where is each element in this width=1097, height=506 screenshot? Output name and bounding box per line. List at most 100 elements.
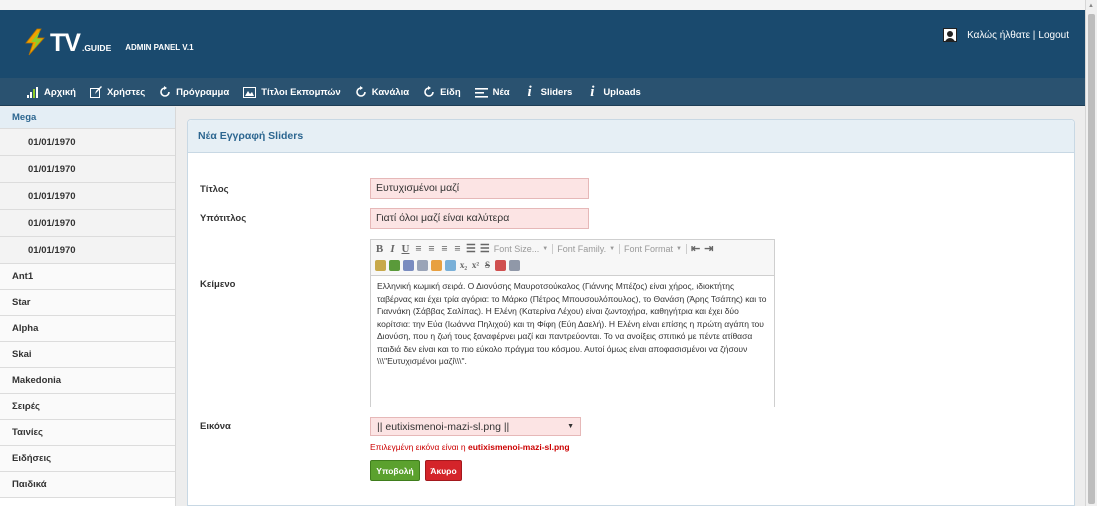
emoticon-icon[interactable] [431,259,442,271]
chevron-down-icon: ▼ [676,245,682,252]
subtitle-input[interactable]: Γιατί όλοι μαζί είναι καλύτερα [370,208,589,229]
nav-item-label: Τίτλοι Εκπομπών [261,86,341,98]
editor-textarea[interactable]: Ελληνική κωμική σειρά. Ο Διονύσης Μαυροτ… [371,275,774,407]
refresh-icon [355,86,367,98]
cancel-button[interactable]: Άκυρο [425,460,462,481]
chevron-down-icon: ▼ [609,245,616,252]
sidebar-item-skai[interactable]: Skai [0,342,175,368]
sidebar-item-news[interactable]: Ειδήσεις [0,446,175,472]
font-size-select[interactable]: Font Size... ▼ [494,243,554,254]
editor-toolbar-2: x₂ x² S [371,257,774,273]
image-select-value: || eutixismenoi-mazi-sl.png || [377,420,510,433]
refresh-icon [423,86,435,98]
sidebar-item-label: 01/01/1970 [28,163,76,175]
sidebar-subitem-date[interactable]: 01/01/1970 [0,129,175,156]
page-scrollbar[interactable]: ▲ [1085,0,1097,506]
outdent-button[interactable]: ⇤ [691,242,700,255]
sidebar-item-star[interactable]: Star [0,290,175,316]
nav-item-label: Κανάλια [371,86,410,98]
sidebar-item-kids[interactable]: Παιδικά [0,472,175,498]
sidebar-item-movies[interactable]: Ταινίες [0,420,175,446]
sidebar-item-makedonia[interactable]: Makedonia [0,368,175,394]
info-icon: i [590,83,595,100]
edit-icon [89,86,102,98]
nav-item-channels[interactable]: Κανάλια [355,86,409,98]
superscript-button[interactable]: x² [471,260,480,270]
title-input[interactable]: Ευτυχισμένοι μαζί [370,178,589,199]
italic-button[interactable]: I [388,243,397,255]
table-icon[interactable] [389,259,400,271]
sidebar-item-mega[interactable]: Mega [0,107,175,129]
user-avatar-icon [943,28,958,42]
horizontal-rule-icon[interactable] [509,259,520,271]
font-format-select[interactable]: Font Format ▼ [624,243,687,254]
logo-admin-text: ADMIN PANEL V.1 [125,43,194,52]
number-list-button[interactable]: ☰ [480,242,490,255]
align-left-button[interactable]: ≡ [414,243,423,255]
nav-item-label: Αρχική [44,86,76,98]
subtitle-label: Υπότιτλος [200,213,247,224]
image-label: Εικόνα [200,421,231,432]
link-icon[interactable] [403,259,414,271]
nav-item-genres[interactable]: Είδη [423,86,461,98]
nav-item-show-titles[interactable]: Τίτλοι Εκπομπών [243,86,341,98]
image-note-file: eutixismenoi-mazi-sl.png [468,442,570,452]
nav-item-uploads[interactable]: i Uploads [586,83,641,101]
nav-item-news[interactable]: Νέα [474,86,510,98]
chevron-down-icon: ▼ [542,245,549,252]
remove-format-icon[interactable] [495,259,506,271]
text-label: Κείμενο [200,279,236,290]
main-nav: Αρχική Χρήστες Πρόγραμμα Τίτλοι Εκπομπών… [0,78,1085,106]
sidebar-item-label: Makedonia [12,375,62,386]
title-label: Τίτλος [200,184,229,195]
bullet-list-button[interactable]: ☰ [466,242,476,255]
refresh-icon [159,86,171,98]
welcome-text: Καλώς ήλθατε | [967,29,1036,41]
image-note-prefix: Επιλεγμένη εικόνα είναι η [370,442,466,452]
nav-item-label: Uploads [603,86,641,98]
nav-item-schedule[interactable]: Πρόγραμμα [159,86,229,98]
nav-item-label: Νέα [492,86,510,98]
rich-text-editor: B I U ≡ ≡ ≡ ≡ ☰ ☰ Font Size... ▼ Font Fam… [370,239,775,407]
font-family-select[interactable]: Font Family. ▼ [557,243,621,254]
list-icon [474,87,488,98]
sidebar-subitem-date[interactable]: 01/01/1970 [0,183,175,210]
sidebar-subitem-date[interactable]: 01/01/1970 [0,210,175,237]
sidebar-subitem-date[interactable]: 01/01/1970 [0,156,175,183]
image-select[interactable]: || eutixismenoi-mazi-sl.png || ▼ [370,417,581,436]
unlink-icon[interactable] [417,259,428,271]
sidebar-item-label: Ταινίες [12,427,43,438]
sidebar: Mega 01/01/1970 01/01/1970 01/01/1970 01… [0,107,176,506]
nav-item-sliders[interactable]: i Sliders [524,84,573,101]
align-right-button[interactable]: ≡ [440,243,449,255]
logout-link[interactable]: Logout [1038,30,1069,41]
logo[interactable]: TV .GUIDE ADMIN PANEL V.1 [22,24,194,56]
sidebar-item-series[interactable]: Σειρές [0,394,175,420]
indent-button[interactable]: ⇥ [704,242,713,255]
subscript-button[interactable]: x₂ [459,260,468,270]
sidebar-item-label: Star [12,297,31,308]
image-insert-icon[interactable] [445,259,456,271]
user-box: Καλώς ήλθατε | Logout [943,28,1069,42]
align-center-button[interactable]: ≡ [427,243,436,255]
sidebar-item-alpha[interactable]: Alpha [0,316,175,342]
nav-item-label: Πρόγραμμα [176,86,230,98]
sidebar-subitem-date[interactable]: 01/01/1970 [0,237,175,264]
nav-item-home[interactable]: Αρχική [27,86,76,98]
sidebar-item-label: Ειδήσεις [12,453,52,464]
sidebar-item-label: 01/01/1970 [28,217,76,229]
nav-item-users[interactable]: Χρήστες [89,86,145,98]
bold-button[interactable]: B [375,243,384,255]
sidebar-item-ant1[interactable]: Ant1 [0,264,175,290]
submit-button[interactable]: Υποβολή [370,460,420,481]
image-note: Επιλεγμένη εικόνα είναι η eutixismenoi-m… [370,442,570,452]
sidebar-item-label: Skai [12,349,32,360]
justify-button[interactable]: ≡ [453,243,462,255]
format-icon[interactable] [375,259,386,271]
strikethrough-button[interactable]: S [483,260,492,270]
scroll-up-icon[interactable]: ▲ [1088,3,1094,9]
sidebar-item-label: Mega [12,112,37,123]
underline-button[interactable]: U [401,243,410,255]
sidebar-item-label: Ant1 [12,271,34,282]
scroll-thumb[interactable] [1088,14,1095,504]
